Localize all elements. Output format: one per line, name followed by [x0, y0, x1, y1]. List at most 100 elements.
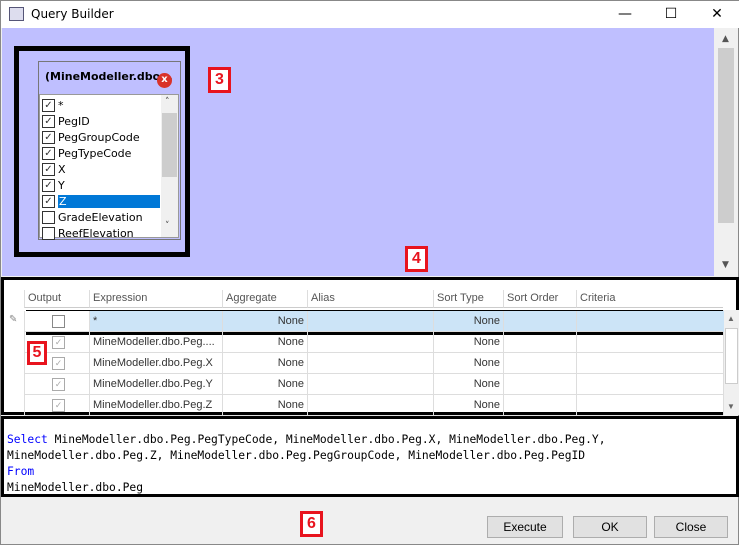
scroll-down-icon[interactable]: ˅ — [165, 221, 170, 231]
column-header[interactable]: Expression — [89, 290, 222, 308]
scroll-down-icon[interactable]: ▼ — [722, 260, 729, 270]
criteria-grid[interactable]: ✎ ▲ ▼ Output Expression Aggregate Alias Sort… — [1, 277, 739, 416]
sort-order-cell[interactable] — [503, 374, 576, 395]
table-title: (MineModeller.dbo... — [45, 70, 173, 83]
expression-cell[interactable]: MineModeller.dbo.Peg.X — [89, 353, 222, 374]
expression-cell[interactable]: MineModeller.dbo.Peg.... — [89, 332, 222, 353]
criteria-cell[interactable] — [576, 374, 723, 395]
sql-editor[interactable]: Select MineModeller.dbo.Peg.PegTypeCode,… — [1, 416, 739, 497]
sort-type-cell[interactable]: None — [433, 311, 503, 332]
column-checkbox[interactable]: ✓ — [42, 98, 55, 112]
sort-order-cell[interactable] — [503, 353, 576, 374]
alias-cell[interactable] — [307, 395, 433, 416]
annotation-label-6: 6 — [300, 511, 323, 537]
expression-cell[interactable]: * — [89, 311, 222, 332]
column-item[interactable]: ✓ PegID — [40, 113, 160, 129]
output-checkbox[interactable] — [52, 315, 65, 328]
column-list-scrollbar[interactable]: ˄ ˅ — [161, 95, 178, 237]
close-button[interactable]: Close — [654, 516, 728, 538]
column-checkbox[interactable]: ✓ — [42, 130, 55, 144]
expression-cell[interactable]: MineModeller.dbo.Peg.Z — [89, 395, 222, 416]
sql-from-keyword: From — [7, 465, 35, 478]
output-cell[interactable]: ✓ — [24, 395, 89, 416]
grid-row[interactable]: ✓ MineModeller.dbo.Peg.X None None — [24, 353, 724, 374]
execute-button[interactable]: Execute — [487, 516, 563, 538]
ok-button[interactable]: OK — [573, 516, 647, 538]
sort-type-cell[interactable]: None — [433, 395, 503, 416]
alias-cell[interactable] — [307, 311, 433, 332]
sort-order-cell[interactable] — [503, 395, 576, 416]
column-checkbox[interactable]: ✓ — [42, 162, 55, 176]
aggregate-cell[interactable]: None — [222, 332, 307, 353]
column-header[interactable]: Criteria — [576, 290, 723, 308]
close-window-button[interactable]: ✕ — [694, 1, 739, 28]
column-list[interactable]: ˄ ˅ ✓ * ✓ PegID ✓ PegGroupCode ✓ PegTypeCode ✓ X ✓… — [39, 94, 179, 241]
aggregate-cell[interactable]: None — [222, 374, 307, 395]
column-header[interactable]: Alias — [307, 290, 433, 308]
column-header[interactable]: Aggregate — [222, 290, 307, 308]
scroll-down-icon[interactable]: ▼ — [727, 402, 735, 411]
alias-cell[interactable] — [307, 374, 433, 395]
scroll-up-icon[interactable]: ▲ — [727, 314, 735, 323]
sort-order-cell[interactable] — [503, 311, 576, 332]
column-name: X — [58, 162, 66, 176]
column-name: PegTypeCode — [58, 146, 132, 160]
scroll-thumb[interactable] — [718, 48, 734, 223]
sort-type-cell[interactable]: None — [433, 332, 503, 353]
sort-order-cell[interactable] — [503, 332, 576, 353]
sql-select-columns: MineModeller.dbo.Peg.PegTypeCode, MineMo… — [7, 433, 606, 462]
alias-cell[interactable] — [307, 353, 433, 374]
grid-row[interactable]: * None None — [24, 311, 724, 332]
column-checkbox[interactable]: ✓ — [42, 178, 55, 192]
column-item[interactable]: ✓ PegTypeCode — [40, 145, 160, 161]
scroll-thumb[interactable] — [725, 328, 738, 384]
annotation-label-3: 3 — [208, 67, 231, 93]
column-header[interactable]: Sort Order — [503, 290, 576, 308]
column-item[interactable]: ReefElevation — [40, 225, 160, 241]
expression-cell[interactable]: MineModeller.dbo.Peg.Y — [89, 374, 222, 395]
output-checkbox[interactable]: ✓ — [52, 336, 65, 349]
output-checkbox[interactable]: ✓ — [52, 378, 65, 391]
output-checkbox[interactable]: ✓ — [52, 357, 65, 370]
column-checkbox[interactable]: ✓ — [42, 146, 55, 160]
column-checkbox[interactable] — [42, 226, 55, 240]
maximize-button[interactable]: ☐ — [648, 1, 694, 28]
scroll-thumb[interactable] — [162, 113, 177, 177]
aggregate-cell[interactable]: None — [222, 353, 307, 374]
scroll-up-icon[interactable]: ▲ — [722, 34, 729, 44]
column-checkbox[interactable] — [42, 210, 55, 224]
column-item[interactable]: ✓ * — [40, 97, 160, 113]
aggregate-cell[interactable]: None — [222, 311, 307, 332]
output-checkbox[interactable]: ✓ — [52, 399, 65, 412]
minimize-button[interactable]: — — [602, 1, 648, 28]
column-checkbox[interactable]: ✓ — [42, 194, 55, 208]
grid-row[interactable]: ✓ MineModeller.dbo.Peg.... None None — [24, 332, 724, 353]
column-item[interactable]: GradeElevation — [40, 209, 160, 225]
criteria-cell[interactable] — [576, 353, 723, 374]
sort-type-cell[interactable]: None — [433, 353, 503, 374]
column-item[interactable]: ✓ Z — [40, 193, 160, 209]
aggregate-cell[interactable]: None — [222, 395, 307, 416]
grid-row[interactable]: ✓ MineModeller.dbo.Peg.Y None None — [24, 374, 724, 395]
annotation-label-4: 4 — [405, 246, 428, 272]
output-cell[interactable] — [24, 311, 89, 332]
criteria-cell[interactable] — [576, 311, 723, 332]
column-item[interactable]: ✓ X — [40, 161, 160, 177]
column-header[interactable]: Output — [24, 290, 89, 308]
output-cell[interactable]: ✓ — [24, 374, 89, 395]
sort-type-cell[interactable]: None — [433, 374, 503, 395]
alias-cell[interactable] — [307, 332, 433, 353]
grid-row[interactable]: ✓ MineModeller.dbo.Peg.Z None None — [24, 395, 724, 416]
criteria-cell[interactable] — [576, 332, 723, 353]
grid-scrollbar[interactable]: ▲ ▼ — [723, 310, 739, 415]
scroll-up-icon[interactable]: ˄ — [165, 97, 170, 107]
criteria-cell[interactable] — [576, 395, 723, 416]
remove-table-icon[interactable]: x — [157, 73, 172, 88]
column-item[interactable]: ✓ Y — [40, 177, 160, 193]
column-checkbox[interactable]: ✓ — [42, 114, 55, 128]
column-item[interactable]: ✓ PegGroupCode — [40, 129, 160, 145]
column-name: ReefElevation — [58, 226, 134, 240]
diagram-scrollbar[interactable]: ▲ ▼ — [714, 28, 738, 276]
column-header[interactable]: Sort Type — [433, 290, 503, 308]
table-peg[interactable]: (MineModeller.dbo... x ˄ ˅ ✓ * ✓ PegID ✓ PegG… — [38, 61, 181, 240]
